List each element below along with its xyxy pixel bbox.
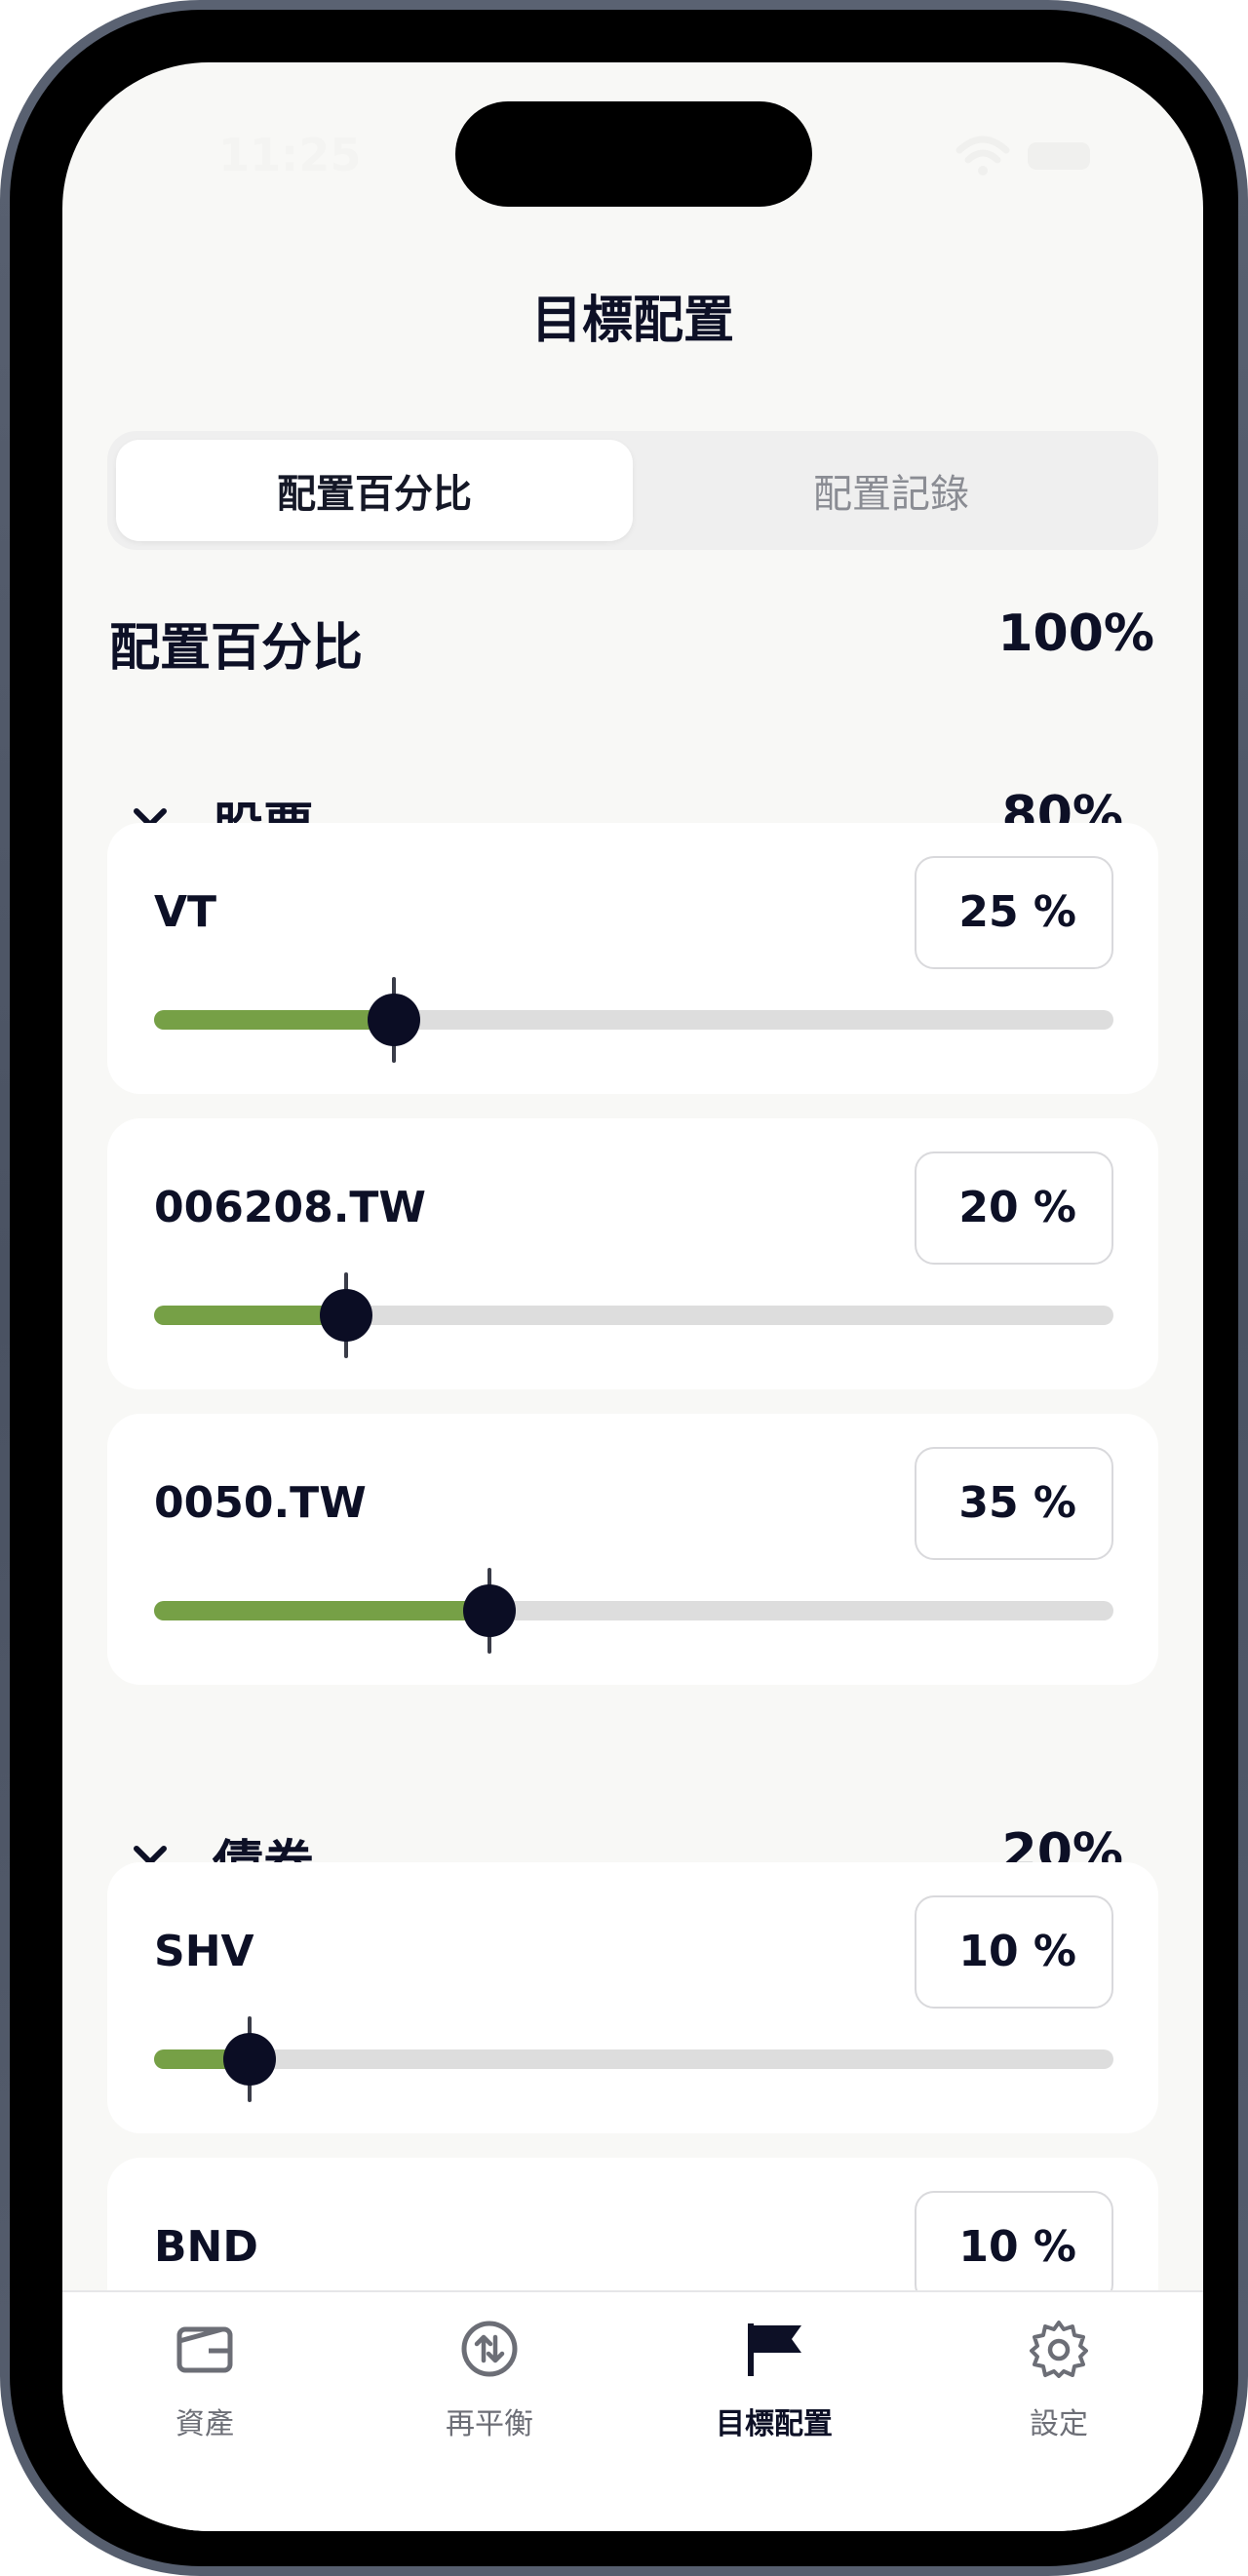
allocation-slider[interactable] [154, 2016, 1113, 2102]
slider-thumb[interactable] [223, 2033, 277, 2086]
tab-label: 目標配置 [716, 2407, 833, 2441]
slider-fill [154, 1010, 394, 1030]
percentage-input[interactable]: 20 % [915, 1151, 1113, 1265]
rebalance-icon [461, 2321, 518, 2377]
device-frame: 11:25 目標配置 配置百分比 配置記錄 配置百分比 100% 80% VT … [0, 0, 1248, 2576]
slider-thumb[interactable] [319, 1289, 372, 1342]
tab-allocation-percentage[interactable]: 配置百分比 [116, 440, 633, 541]
holding-ticker: 0050.TW [154, 1478, 367, 1528]
tab-allocation-history[interactable]: 配置記錄 [633, 440, 1150, 541]
slider-fill [154, 1601, 490, 1620]
slider-thumb[interactable] [463, 1584, 517, 1637]
status-time: 11:25 [218, 129, 362, 181]
device-bezel: 11:25 目標配置 配置百分比 配置記錄 配置百分比 100% 80% VT … [10, 10, 1238, 2566]
holding-card: 006208.TW 20 % [107, 1118, 1158, 1389]
holding-card: VT 25 % [107, 823, 1158, 1094]
gear-icon [1030, 2321, 1088, 2378]
page-title: 目標配置 [530, 292, 734, 350]
tab-settings[interactable]: 設定 [916, 2320, 1201, 2446]
wifi-icon [956, 136, 1010, 176]
holding-ticker: BND [154, 2222, 258, 2272]
flag-icon [748, 2323, 801, 2376]
holding-card: 0050.TW 35 % [107, 1414, 1158, 1685]
tab-label: 資產 [176, 2407, 234, 2441]
percentage-input[interactable]: 25 % [915, 856, 1113, 969]
allocation-slider[interactable] [154, 977, 1113, 1063]
holding-ticker: 006208.TW [154, 1183, 426, 1232]
bottom-tab-bar: 資產 再平衡 目標配置 設定 [62, 2290, 1203, 2531]
slider-thumb[interactable] [368, 994, 420, 1046]
app-screen: 11:25 目標配置 配置百分比 配置記錄 配置百分比 100% 80% VT … [62, 62, 1203, 2531]
tab-target-allocation[interactable]: 目標配置 [632, 2320, 916, 2446]
allocation-total: 100% [997, 605, 1154, 663]
percentage-input[interactable]: 35 % [915, 1447, 1113, 1560]
segmented-control: 配置百分比 配置記錄 [107, 431, 1158, 550]
tab-label: 再平衡 [446, 2407, 533, 2441]
wallet-icon [176, 2326, 233, 2373]
tab-rebalance[interactable]: 再平衡 [347, 2320, 632, 2446]
dynamic-island [455, 101, 812, 207]
percentage-input[interactable]: 10 % [915, 1895, 1113, 2009]
holding-ticker: SHV [154, 1927, 254, 1976]
allocation-slider[interactable] [154, 1272, 1113, 1358]
tab-assets[interactable]: 資產 [62, 2320, 347, 2446]
allocation-section-title: 配置百分比 [109, 619, 364, 678]
slider-fill [154, 1306, 346, 1325]
percentage-input[interactable]: 10 % [915, 2191, 1113, 2304]
tab-label: 設定 [1030, 2407, 1088, 2441]
allocation-slider[interactable] [154, 1568, 1113, 1654]
holding-ticker: VT [154, 887, 217, 937]
holding-card: SHV 10 % [107, 1862, 1158, 2133]
battery-icon [1028, 142, 1090, 170]
